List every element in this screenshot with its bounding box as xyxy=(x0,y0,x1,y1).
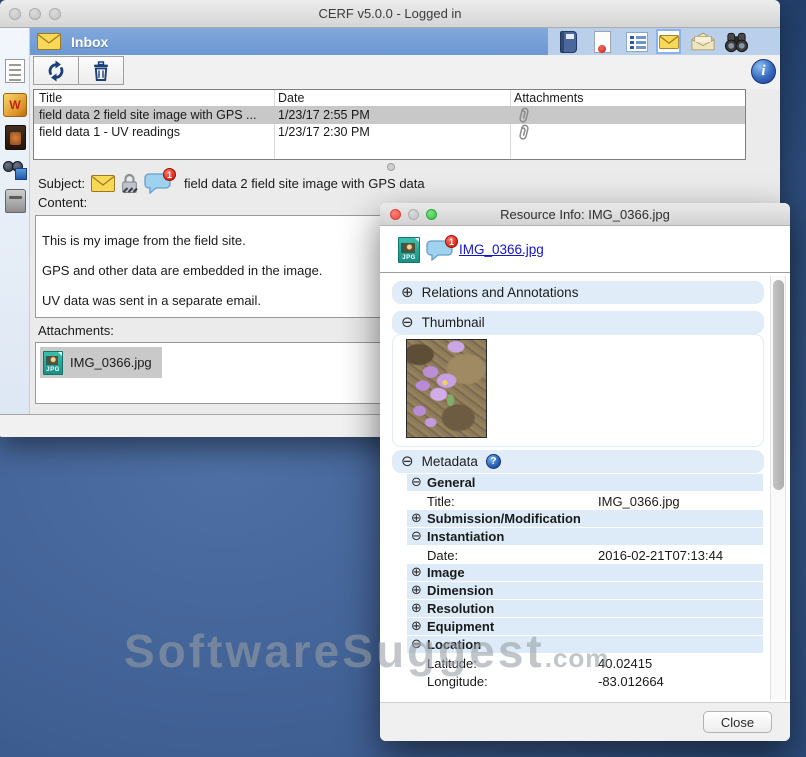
section-metadata[interactable]: ⊖ Metadata ? xyxy=(392,450,764,473)
expand-icon[interactable]: ⊕ xyxy=(407,566,427,579)
envelope-icon xyxy=(91,175,115,192)
column-header-date[interactable]: Date xyxy=(278,90,304,107)
column-header-title[interactable]: Title xyxy=(39,90,62,107)
metadata-row[interactable]: ⊕Submission/Modification xyxy=(407,510,763,528)
column-header-attachments[interactable]: Attachments xyxy=(514,90,583,107)
list-view-icon[interactable] xyxy=(624,29,649,54)
attachment-item[interactable]: JPG IMG_0366.jpg xyxy=(40,347,162,378)
metadata-row: Longitude:-83.012664 xyxy=(407,672,763,690)
device-icon[interactable] xyxy=(2,188,28,214)
dialog-titlebar[interactable]: Resource Info: IMG_0366.jpg xyxy=(380,203,790,226)
table-row[interactable]: field data 2 field site image with GPS .… xyxy=(34,107,745,124)
table-header: Title Date Attachments xyxy=(34,90,745,107)
binoculars-icon[interactable] xyxy=(724,29,749,54)
resource-link[interactable]: IMG_0366.jpg xyxy=(459,242,544,257)
comment-count-badge: 1 xyxy=(445,235,458,248)
info-icon[interactable]: i xyxy=(751,59,776,84)
desktop: CERF v5.0.0 - Logged in W Inbox xyxy=(0,0,806,757)
refresh-button[interactable] xyxy=(33,56,79,85)
open-mail-icon[interactable] xyxy=(690,29,715,54)
metadata-row[interactable]: ⊖General xyxy=(407,474,763,492)
metadata-row[interactable]: ⊕Resolution xyxy=(407,600,763,618)
metadata-tree: ⊖General Title:IMG_0366.jpg ⊕Submission/… xyxy=(392,474,764,696)
jpg-file-icon: JPG xyxy=(43,351,63,375)
section-label: Thumbnail xyxy=(422,315,485,330)
scrollbar[interactable] xyxy=(770,276,786,700)
comment-count-badge: 1 xyxy=(163,168,176,181)
inbox-title: Inbox xyxy=(71,34,108,50)
envelope-icon xyxy=(37,33,61,50)
attachment-name: IMG_0366.jpg xyxy=(70,355,152,370)
expand-icon[interactable]: ⊕ xyxy=(407,602,427,615)
subject-text: field data 2 field site image with GPS d… xyxy=(184,176,425,191)
content-label: Content: xyxy=(38,195,87,210)
mail-icon[interactable] xyxy=(656,29,681,54)
metadata-row: Latitude:40.02415 xyxy=(407,654,763,672)
thumbnail-image[interactable] xyxy=(406,339,487,438)
metadata-row[interactable]: ⊕Image xyxy=(407,564,763,582)
sidebar: W xyxy=(0,28,30,414)
comments-bubble-icon[interactable]: 1 xyxy=(144,172,174,194)
dialog-title: Resource Info: IMG_0366.jpg xyxy=(380,203,790,226)
dialog-body: ⊕ Relations and Annotations ⊖ Thumbnail … xyxy=(380,274,790,702)
metadata-row[interactable]: ⊖Location xyxy=(407,636,763,654)
collapse-icon[interactable]: ⊖ xyxy=(401,454,414,469)
jpg-file-icon: JPG xyxy=(398,237,420,263)
section-label: Metadata xyxy=(422,454,478,469)
close-button[interactable]: Close xyxy=(703,711,772,733)
section-thumbnail[interactable]: ⊖ Thumbnail xyxy=(392,311,764,334)
collapse-icon[interactable]: ⊖ xyxy=(407,530,427,543)
dark-book-icon[interactable] xyxy=(2,124,28,150)
table-row[interactable]: field data 1 - UV readings 1/23/17 2:30 … xyxy=(34,124,745,141)
metadata-row[interactable]: ⊕Equipment xyxy=(407,618,763,636)
trash-button[interactable] xyxy=(78,56,124,85)
resource-info-dialog: Resource Info: IMG_0366.jpg JPG 1 IMG_03… xyxy=(380,203,790,741)
expand-icon[interactable]: ⊕ xyxy=(407,620,427,633)
attachments-label: Attachments: xyxy=(38,323,114,338)
expand-icon[interactable]: ⊕ xyxy=(407,584,427,597)
comments-bubble-icon[interactable]: 1 xyxy=(426,239,456,261)
subject-label: Subject: xyxy=(38,176,85,191)
notebook-icon[interactable] xyxy=(556,29,581,54)
section-label: Relations and Annotations xyxy=(422,285,579,300)
certificate-document-icon[interactable] xyxy=(590,29,615,54)
main-titlebar[interactable]: CERF v5.0.0 - Logged in xyxy=(0,0,780,28)
lock-icon xyxy=(121,173,138,194)
notes-document-icon[interactable] xyxy=(2,58,28,84)
notebook-w-icon[interactable]: W xyxy=(2,92,28,118)
collapse-icon[interactable]: ⊖ xyxy=(407,638,427,651)
subject-row: Subject: 1 field data 2 field site image… xyxy=(38,170,425,196)
dialog-footer: Close xyxy=(380,702,790,741)
section-relations-annotations[interactable]: ⊕ Relations and Annotations xyxy=(392,281,764,304)
thumbnail-panel xyxy=(392,334,764,447)
binoculars-save-icon[interactable] xyxy=(2,156,28,182)
collapse-icon[interactable]: ⊖ xyxy=(407,476,427,489)
metadata-row: Title:IMG_0366.jpg xyxy=(407,492,763,510)
metadata-row[interactable]: ⊕Dimension xyxy=(407,582,763,600)
window-title: CERF v5.0.0 - Logged in xyxy=(0,0,780,28)
help-icon[interactable]: ? xyxy=(486,454,501,469)
dialog-header: JPG 1 IMG_0366.jpg xyxy=(380,226,790,273)
collapse-icon[interactable]: ⊖ xyxy=(401,315,414,330)
paperclip-icon xyxy=(515,106,531,125)
metadata-row[interactable]: ⊖Instantiation xyxy=(407,528,763,546)
expand-icon[interactable]: ⊕ xyxy=(401,285,414,300)
view-toolbar xyxy=(548,28,780,55)
message-table: Title Date Attachments field data 2 fiel… xyxy=(33,89,746,160)
action-toolbar: i xyxy=(30,55,780,89)
scrollbar-thumb[interactable] xyxy=(773,280,784,490)
toolbar-button-group xyxy=(33,56,123,85)
metadata-row: Date:2016-02-21T07:13:44 xyxy=(407,546,763,564)
paperclip-icon xyxy=(515,123,531,142)
expand-icon[interactable]: ⊕ xyxy=(407,512,427,525)
inbox-header: Inbox xyxy=(30,28,548,55)
